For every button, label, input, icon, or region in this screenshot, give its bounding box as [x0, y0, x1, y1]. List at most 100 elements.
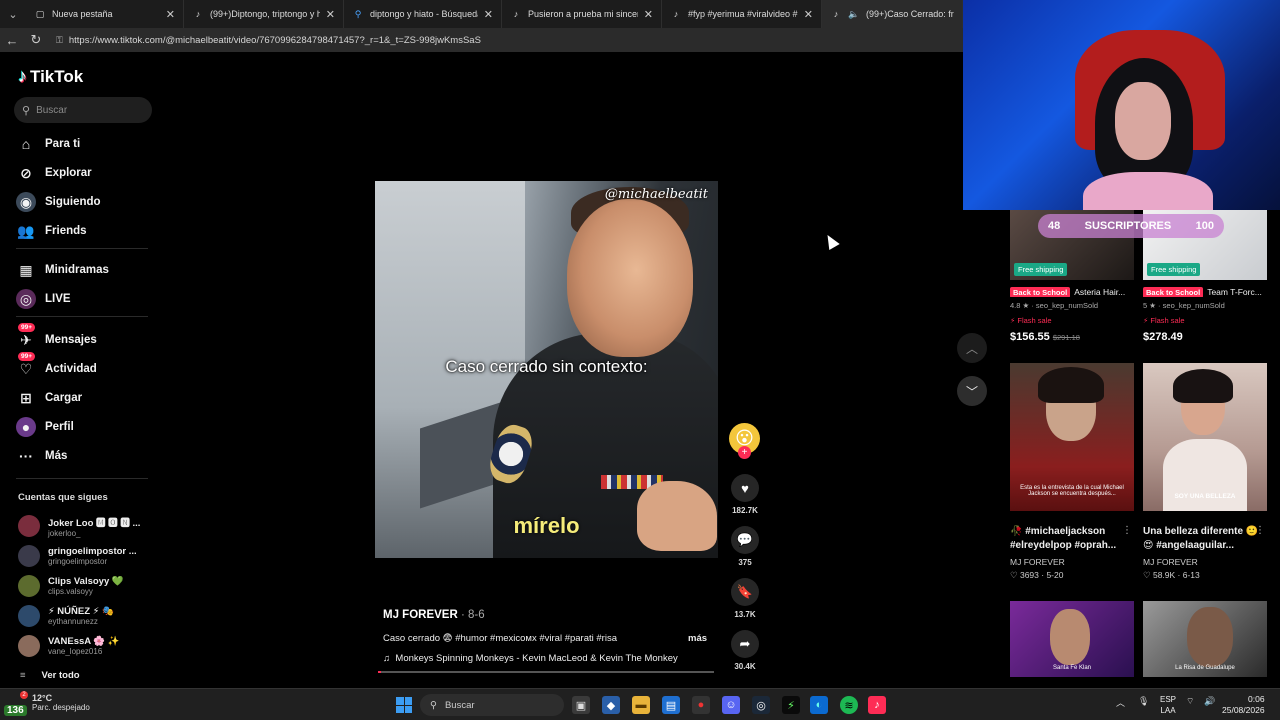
nav-item-actividad[interactable]: ♡ 99+ Actividad: [16, 352, 97, 382]
account-name: ⚡ NÚÑEZ ⚡ 🎭: [48, 606, 114, 617]
taskbar-search[interactable]: ⚲ Buscar: [420, 694, 564, 716]
nav-item-mensajes[interactable]: ✈ 99+ Mensajes: [16, 323, 97, 353]
bookmark-icon[interactable]: 🔖: [731, 578, 759, 606]
nav-item-siguiendo[interactable]: ◉ Siguiendo: [16, 189, 101, 215]
nav-label: Más: [45, 450, 68, 462]
close-icon[interactable]: ✕: [644, 8, 653, 21]
wifi-icon[interactable]: ⌔: [1186, 696, 1194, 707]
discord-icon[interactable]: ☺: [722, 696, 740, 714]
following-account[interactable]: Clips Valsoyy 💚 clips.valsoyy: [18, 572, 124, 600]
share-icon[interactable]: ➦: [731, 630, 759, 658]
nav-item-mas[interactable]: ··· Más: [16, 443, 67, 469]
edge-icon[interactable]: ◐: [810, 696, 828, 714]
more-options-icon[interactable]: ⋮: [1255, 525, 1265, 536]
language-indicator[interactable]: ESP LAA: [1160, 694, 1176, 716]
tab-list-button[interactable]: ⌄: [0, 0, 26, 28]
heart-icon[interactable]: ♥: [731, 474, 759, 502]
nav-item-cargar[interactable]: ⊞ Cargar: [16, 385, 82, 411]
avatar: [18, 545, 40, 567]
previous-video-button[interactable]: ︿: [957, 333, 987, 363]
author-name[interactable]: MJ FOREVER: [383, 609, 458, 621]
spotify-icon[interactable]: ≋: [840, 696, 858, 714]
follow-plus-icon[interactable]: +: [738, 446, 751, 459]
nav-item-para-ti[interactable]: ⌂ Para ti: [16, 131, 80, 157]
reload-icon[interactable]: ↻: [24, 28, 48, 52]
video-author-line[interactable]: MJ FOREVER · 8-6: [383, 609, 713, 621]
browser-tab[interactable]: ♪ #fyp #yerimua #viralvideo #paratí ✕: [662, 0, 822, 28]
browser-tab[interactable]: ♪ (99+)Diptongo, triptongo y hiato ✕: [184, 0, 344, 28]
browser-tab[interactable]: ⚲ diptongo y hiato - Búsqueda ✕: [344, 0, 502, 28]
recommended-video[interactable]: La Risa de Guadalupe: [1143, 601, 1267, 677]
video-watermark: @michaelbeatit: [604, 187, 708, 202]
subscriber-goal-banner: 48 SUSCRIPTORES 100: [1038, 214, 1224, 238]
record-app-icon[interactable]: ●: [692, 696, 710, 714]
comment-icon[interactable]: 💬: [731, 526, 759, 554]
see-all-button[interactable]: ≡ Ver todo: [20, 670, 80, 681]
speaker-icon[interactable]: 🔈: [848, 8, 860, 20]
close-icon[interactable]: ✕: [804, 8, 813, 21]
following-account[interactable]: gringoelimpostor ... gringoelimpostor: [18, 542, 137, 570]
nav-item-perfil[interactable]: ● Perfil: [16, 414, 74, 440]
back-icon[interactable]: ←: [0, 28, 24, 52]
comment-action[interactable]: 💬 375: [730, 526, 760, 567]
system-clock[interactable]: 0:06 25/08/2026: [1222, 694, 1265, 716]
flash-sale-label: ⚡ Flash sale: [1010, 316, 1052, 325]
store-icon[interactable]: ▤: [662, 696, 680, 714]
tiktok-sidebar: ♪ TikTok ⚲ Buscar ⌂ Para ti ⊘ Explorar ◉…: [0, 52, 160, 688]
like-action[interactable]: ♥ 182.7K: [730, 474, 760, 515]
nav-item-minidramas[interactable]: ▦ Minidramas: [16, 257, 109, 283]
nav-item-live[interactable]: ◎ LIVE: [16, 286, 71, 312]
widgets-icon[interactable]: ◆: [602, 696, 620, 714]
close-icon[interactable]: ✕: [326, 8, 335, 21]
share-action[interactable]: ➦ 30.4K: [730, 630, 760, 671]
nav-label: Minidramas: [45, 264, 109, 276]
mic-icon[interactable]: 🎙: [1138, 696, 1149, 707]
live-icon: ◎: [16, 289, 36, 309]
nav-item-explorar[interactable]: ⊘ Explorar: [16, 160, 92, 186]
next-video-button[interactable]: ﹀: [957, 376, 987, 406]
music-link[interactable]: ♫ Monkeys Spinning Monkeys - Kevin MacLe…: [383, 653, 678, 664]
windows-start-icon[interactable]: [396, 697, 412, 713]
recommended-video[interactable]: SOY UNA BELLEZA Una belleza diferente 🙂 …: [1143, 363, 1267, 581]
minidrama-icon: ▦: [19, 261, 33, 278]
file-explorer-icon[interactable]: ▬: [632, 696, 650, 714]
chevron-down-icon: ﹀: [965, 384, 978, 399]
video-progress-bar[interactable]: [378, 671, 714, 673]
chevron-up-icon: ︿: [965, 341, 978, 356]
video-player[interactable]: @michaelbeatit Caso cerrado sin contexto…: [375, 181, 718, 558]
following-account[interactable]: VANEssA 🌸 ✨ vane_lopez016: [18, 632, 120, 660]
recommended-stats: ♡ 3693 · 5-20: [1010, 570, 1064, 580]
tiktok-logo[interactable]: ♪ TikTok: [18, 66, 83, 87]
weather-widget[interactable]: 2 12°C Parc. despejado 136: [4, 691, 90, 716]
notification-badge: 99+: [18, 352, 36, 361]
app-icon[interactable]: ⚡: [782, 696, 800, 714]
subs-label: SUSCRIPTORES: [1084, 220, 1172, 232]
promo-tag: Back to School: [1010, 287, 1071, 297]
creator-avatar[interactable]: 😮 +: [729, 423, 760, 459]
more-options-icon[interactable]: ⋮: [1122, 525, 1132, 536]
browser-tab[interactable]: ♪ Pusieron a prueba mi sinceridad e ✕: [502, 0, 662, 28]
tray-chevron-icon[interactable]: ︿: [1116, 696, 1125, 709]
browser-tab[interactable]: ▢ Nueva pestaña ✕: [26, 0, 184, 28]
steam-icon[interactable]: ◎: [752, 696, 770, 714]
search-input[interactable]: ⚲ Buscar: [14, 97, 152, 123]
tiktok-app-icon[interactable]: ♪: [868, 696, 886, 714]
recommended-video[interactable]: Esta es la entrevista de la cual Michael…: [1010, 363, 1134, 581]
product-price: $278.49: [1143, 331, 1183, 343]
save-action[interactable]: 🔖 13.7K: [730, 578, 760, 619]
following-account[interactable]: Joker Loo 🅼 🅾 🅽 ... jokerloo_: [18, 512, 140, 540]
task-view-icon[interactable]: ▣: [572, 696, 590, 714]
volume-icon[interactable]: 🔊: [1204, 696, 1215, 707]
site-info-icon[interactable]: ⚿: [56, 35, 63, 46]
recommended-video[interactable]: Santa Fe Klan: [1010, 601, 1134, 677]
following-account[interactable]: ⚡ NÚÑEZ ⚡ 🎭 eythannunezz: [18, 602, 114, 630]
recommended-stats: ♡ 58.9K · 6-13: [1143, 570, 1200, 580]
browser-tab-active[interactable]: ♪ 🔈 (99+)Caso Cerrado: frases vir: [822, 0, 963, 28]
more-button[interactable]: más: [688, 633, 707, 644]
address-bar[interactable]: ⚿ https://www.tiktok.com/@michaelbeatit/…: [56, 35, 481, 46]
close-icon[interactable]: ✕: [166, 8, 175, 21]
nav-item-friends[interactable]: 👥 Friends: [16, 218, 86, 244]
close-icon[interactable]: ✕: [484, 8, 493, 21]
thumbnail-outfit: [1163, 439, 1247, 511]
account-handle: vane_lopez016: [48, 647, 103, 656]
